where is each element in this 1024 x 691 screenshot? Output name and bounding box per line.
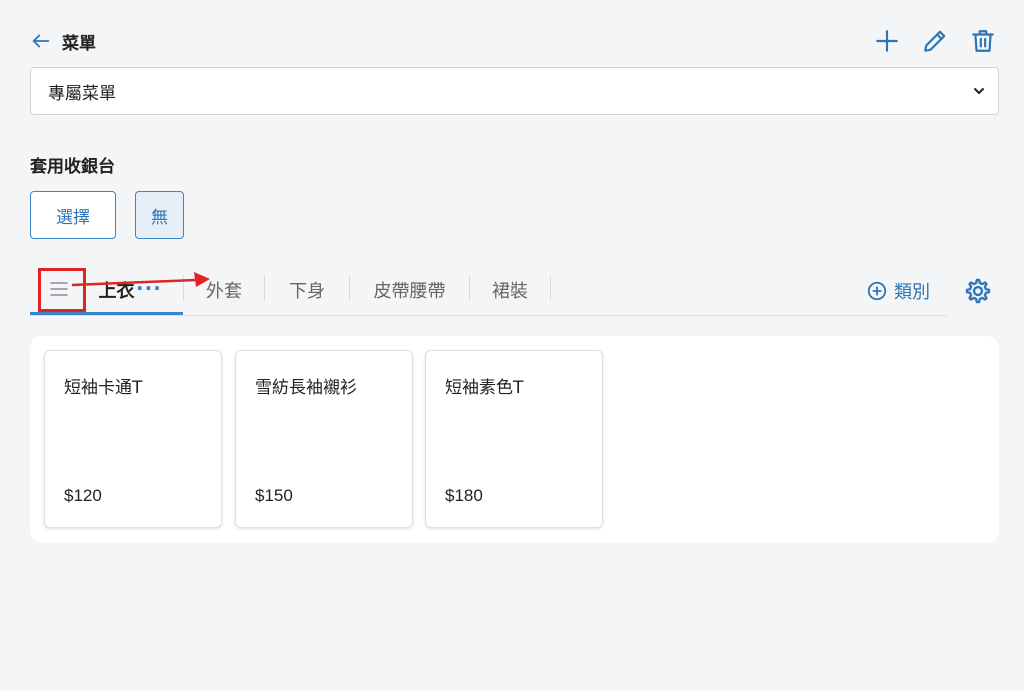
trash-icon xyxy=(972,30,994,52)
arrow-right-icon xyxy=(71,272,210,287)
product-name: 短袖卡通T xyxy=(64,378,143,398)
product-price: $150 xyxy=(255,486,293,505)
tab-label: 下身 xyxy=(289,280,325,302)
arrow-left-icon xyxy=(32,34,50,48)
plus-icon xyxy=(876,30,898,52)
product-price: $120 xyxy=(64,486,102,505)
edit-button[interactable] xyxy=(920,26,950,56)
tab-dresses[interactable]: 裙裝 xyxy=(470,264,550,315)
tab-belts[interactable]: 皮帶腰帶 xyxy=(350,264,469,315)
page-title: 菜單 xyxy=(62,33,96,54)
header-actions xyxy=(872,26,998,56)
add-category-button[interactable]: 類別 xyxy=(866,278,930,304)
delete-button[interactable] xyxy=(968,26,998,56)
add-category-label: 類別 xyxy=(894,282,930,303)
header: 菜單 xyxy=(30,26,998,56)
product-card[interactable]: 雪紡長袖襯衫 $150 xyxy=(235,350,413,528)
tab-divider xyxy=(550,275,551,301)
gear-icon[interactable] xyxy=(964,277,992,305)
none-register-button[interactable]: 無 xyxy=(135,191,184,239)
tab-label: 裙裝 xyxy=(492,280,528,302)
menu-select-value: 專屬菜單 xyxy=(48,83,116,104)
back-button[interactable] xyxy=(30,30,52,52)
plus-circle-icon xyxy=(867,281,887,301)
product-price: $180 xyxy=(445,486,483,505)
product-name: 雪紡長袖襯衫 xyxy=(255,378,357,398)
menu-select[interactable]: 專屬菜單 xyxy=(30,67,999,115)
active-tab-indicator xyxy=(30,312,183,315)
product-card[interactable]: 短袖素色T $180 xyxy=(425,350,603,528)
tab-bottoms[interactable]: 下身 xyxy=(265,264,349,315)
product-name: 短袖素色T xyxy=(445,378,524,398)
chevron-down-icon xyxy=(974,88,984,94)
products-panel: 短袖卡通T $120 雪紡長袖襯衫 $150 短袖素色T $180 xyxy=(30,336,999,543)
tab-label: 皮帶腰帶 xyxy=(373,280,446,302)
add-button[interactable] xyxy=(872,26,902,56)
pencil-icon xyxy=(924,30,946,52)
register-section-title: 套用收銀台 xyxy=(30,157,115,177)
select-register-button[interactable]: 選擇 xyxy=(30,191,116,239)
product-card[interactable]: 短袖卡通T $120 xyxy=(44,350,222,528)
